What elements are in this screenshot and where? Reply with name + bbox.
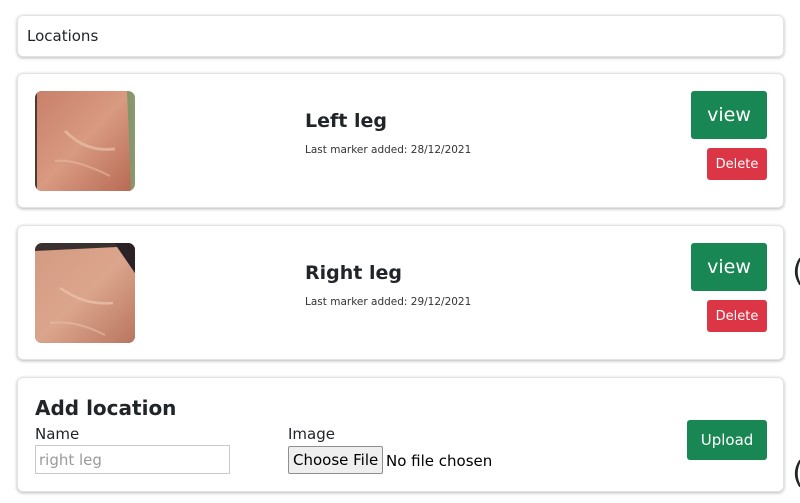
leg-photo-icon xyxy=(35,91,135,191)
choose-file-button[interactable]: Choose File xyxy=(288,446,384,474)
add-location-title: Add location xyxy=(35,396,177,420)
upload-button[interactable]: Upload xyxy=(687,420,767,460)
delete-button[interactable]: Delete xyxy=(707,148,767,180)
view-button[interactable]: view xyxy=(691,243,767,291)
image-label: Image xyxy=(288,425,335,443)
last-marker-text: Last marker added: 28/12/2021 xyxy=(305,144,472,156)
location-name: Left leg xyxy=(305,110,387,132)
location-card-right-leg: Right leg Last marker added: 29/12/2021 … xyxy=(17,225,784,360)
location-name: Right leg xyxy=(305,262,402,284)
add-location-card: Add location Name Image Choose File No f… xyxy=(17,377,784,492)
locations-header: Locations xyxy=(17,15,784,57)
view-button[interactable]: view xyxy=(691,91,767,139)
last-marker-text: Last marker added: 29/12/2021 xyxy=(305,296,472,308)
cropped-edge-glyph: ( xyxy=(792,456,800,491)
delete-button[interactable]: Delete xyxy=(707,300,767,332)
page-title: Locations xyxy=(27,27,99,45)
no-file-text: No file chosen xyxy=(386,452,493,470)
location-thumbnail xyxy=(35,91,135,191)
leg-photo-icon xyxy=(35,243,135,343)
name-label: Name xyxy=(35,425,80,443)
location-card-left-leg: Left leg Last marker added: 28/12/2021 v… xyxy=(17,73,784,208)
cropped-edge-glyph: ( xyxy=(792,254,800,289)
location-thumbnail xyxy=(35,243,135,343)
name-input[interactable] xyxy=(35,445,230,474)
